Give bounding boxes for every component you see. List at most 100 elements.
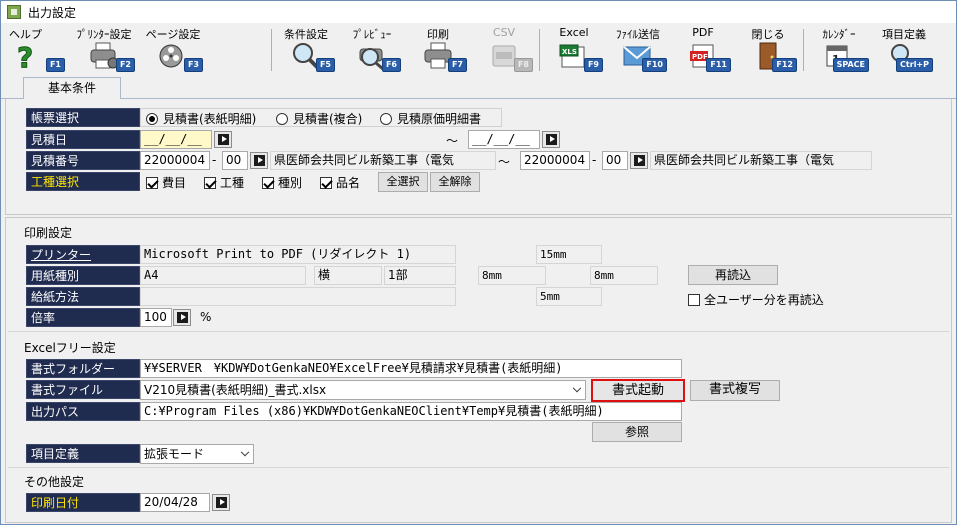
print-key: F7 <box>447 58 467 72</box>
checkbox-box <box>204 176 216 189</box>
estimate-number-from-input[interactable]: 22000004 <box>140 151 210 170</box>
template-file-label: 書式ファイル <box>26 380 140 399</box>
date-from-picker-button[interactable] <box>214 131 232 148</box>
svg-text:XLS: XLS <box>562 48 577 56</box>
pdf-button[interactable]: PDF PDF F11 <box>673 23 733 75</box>
condition-settings-key: F5 <box>315 58 335 72</box>
divider <box>8 467 949 468</box>
estimate-branch-from-input[interactable]: 00 <box>222 151 248 170</box>
estimate-branch-to-input[interactable]: 00 <box>602 151 628 170</box>
number-from-dash: - <box>212 153 217 167</box>
copy-template-button[interactable]: 書式複写 <box>690 380 780 401</box>
help-button[interactable]: ヘルプ ? F1 <box>5 23 67 75</box>
output-settings-window: 出力設定 ヘルプ ? F1 ﾌﾟﾘﾝﾀｰ設定 F2 ページ設定 F3 条件設定 … <box>0 0 957 525</box>
csv-button[interactable]: CSV F8 <box>473 23 535 75</box>
checkbox-category[interactable]: 種別 <box>262 174 302 191</box>
arrow-right-icon <box>633 155 645 166</box>
date-range-tilde: ～ <box>446 134 459 148</box>
page-settings-button[interactable]: ページ設定 F3 <box>141 23 205 75</box>
printer-settings-key: F2 <box>115 58 135 72</box>
margin-right-value: 8mm <box>590 266 658 285</box>
print-date-input[interactable]: 20/04/28 <box>140 493 210 512</box>
preview-key: F6 <box>381 58 401 72</box>
printer-settings-label: ﾌﾟﾘﾝﾀｰ設定 <box>76 28 132 41</box>
launch-template-button[interactable]: 書式起動 <box>591 379 685 402</box>
checkbox-box <box>320 176 332 189</box>
other-settings-title: その他設定 <box>24 475 85 489</box>
close-key: F12 <box>772 58 797 72</box>
tab-basic[interactable]: 基本条件 <box>23 77 121 100</box>
date-to-picker-button[interactable] <box>542 131 560 148</box>
select-all-button[interactable]: 全選択 <box>378 172 428 192</box>
template-folder-label: 書式フォルダー <box>26 359 140 378</box>
output-path-input[interactable]: C:¥Program Files (x86)¥KDW¥DotGenkaNEOCl… <box>140 402 682 421</box>
clear-all-button[interactable]: 全解除 <box>430 172 480 192</box>
toolbar-separator <box>803 29 804 71</box>
field-definition-button[interactable]: 項目定義 Ctrl+P <box>873 23 935 75</box>
print-date-picker-button[interactable] <box>212 494 230 511</box>
scale-picker-button[interactable] <box>173 309 191 326</box>
estimate-date-label: 見積日 <box>26 130 140 149</box>
estimate-date-to-input[interactable]: __/__/__ <box>468 130 540 149</box>
radio-dot <box>380 112 392 125</box>
help-label: ヘルプ <box>9 28 42 41</box>
excel-button[interactable]: Excel XLS F9 <box>543 23 605 75</box>
divider <box>8 331 949 332</box>
radio-label: 見積書(表紙明細) <box>163 112 257 126</box>
printer-settings-button[interactable]: ﾌﾟﾘﾝﾀｰ設定 F2 <box>71 23 137 75</box>
checkbox-trade[interactable]: 工種 <box>204 174 244 191</box>
arrow-right-icon <box>176 312 188 323</box>
page-settings-key: F3 <box>183 58 203 72</box>
close-button[interactable]: 閉じる F12 <box>737 23 799 75</box>
reload-all-users-checkbox[interactable]: 全ユーザー分を再読込 <box>688 291 824 308</box>
arrow-right-icon <box>545 134 557 145</box>
excel-label: Excel <box>559 26 589 39</box>
output-path-label: 出力パス <box>26 402 140 421</box>
toolbar-separator <box>271 29 272 71</box>
checkbox-product[interactable]: 品名 <box>320 174 360 191</box>
template-file-select[interactable]: V210見積書(表紙明細)_書式.xlsx <box>140 380 586 400</box>
tab-strip: 基本条件 <box>1 77 956 100</box>
page-settings-label: ページ設定 <box>145 28 201 41</box>
window-title: 出力設定 <box>28 5 77 20</box>
close-label: 閉じる <box>751 28 785 41</box>
field-definition-mode-select[interactable]: 拡張モード <box>140 444 254 464</box>
arrow-right-icon <box>215 497 227 508</box>
paper-type-value: A4 <box>140 266 306 285</box>
calendar-button[interactable]: ｶﾚﾝﾀﾞｰ 1 SPACE <box>807 23 871 75</box>
radio-form-cover-detail[interactable]: 見積書(表紙明細) <box>146 110 256 127</box>
arrow-right-icon <box>217 134 229 145</box>
estimate-number-to-input[interactable]: 22000004 <box>520 151 590 170</box>
margin-left-value: 8mm <box>478 266 546 285</box>
file-send-label: ﾌｧｲﾙ送信 <box>616 28 660 41</box>
paper-type-label: 用紙種別 <box>26 266 140 285</box>
preview-label: ﾌﾟﾚﾋﾞｭｰ <box>352 28 392 41</box>
reload-button[interactable]: 再読込 <box>688 265 778 285</box>
calendar-key: SPACE <box>832 58 869 72</box>
svg-text:?: ? <box>17 41 33 71</box>
calendar-label: ｶﾚﾝﾀﾞｰ <box>822 28 856 41</box>
checkbox-label: 費目 <box>162 176 187 190</box>
file-send-button[interactable]: ﾌｧｲﾙ送信 F10 <box>607 23 669 75</box>
printer-label[interactable]: プリンター <box>26 245 140 264</box>
print-button[interactable]: 印刷 F7 <box>407 23 469 75</box>
scale-input[interactable]: 100 <box>140 308 172 327</box>
pdf-label: PDF <box>692 26 714 39</box>
preview-button[interactable]: ﾌﾟﾚﾋﾞｭｰ F6 <box>341 23 403 75</box>
help-key: F1 <box>45 58 65 72</box>
estimate-date-from-input[interactable]: __/__/__ <box>140 130 212 149</box>
field-definition-mode-label: 項目定義 <box>26 444 140 463</box>
checkbox-cost-item[interactable]: 費目 <box>146 174 186 191</box>
title-bar: 出力設定 <box>1 1 956 23</box>
number-from-lookup-button[interactable] <box>250 152 268 169</box>
condition-settings-button[interactable]: 条件設定 F5 <box>275 23 337 75</box>
print-label: 印刷 <box>427 28 449 41</box>
radio-form-cost-detail[interactable]: 見積原価明細書 <box>380 110 481 127</box>
number-to-lookup-button[interactable] <box>630 152 648 169</box>
template-folder-input[interactable]: ¥¥SERVER ¥KDW¥DotGenkaNEO¥ExcelFree¥見積請求… <box>140 359 682 378</box>
margin-bottom-value: 5mm <box>536 287 602 306</box>
radio-dot <box>146 112 158 125</box>
radio-form-composite[interactable]: 見積書(複合) <box>276 110 362 127</box>
browse-button[interactable]: 参照 <box>592 422 682 442</box>
print-date-label: 印刷日付 <box>26 493 140 512</box>
